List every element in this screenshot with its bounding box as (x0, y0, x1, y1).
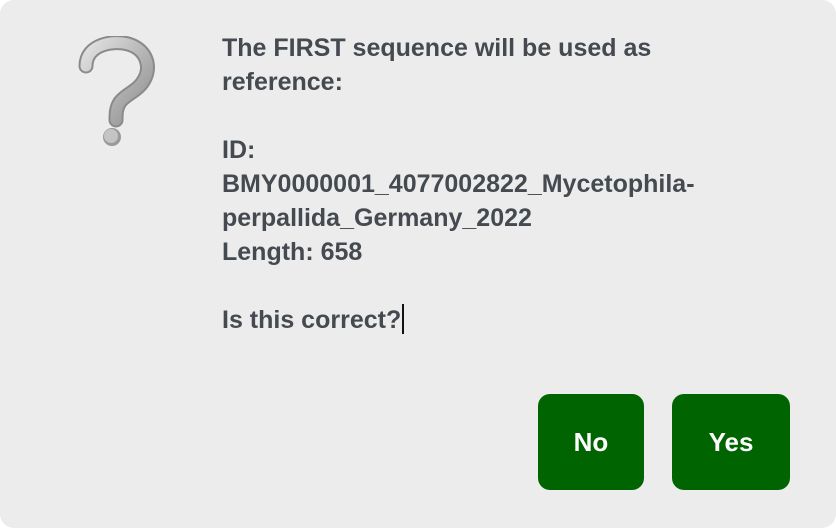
confirm-dialog: The FIRST sequence will be used as refer… (0, 0, 836, 528)
sequence-id-line1: BMY0000001_4077002822_Mycetophila- (222, 170, 695, 198)
confirm-question-line: Is this correct? (222, 303, 782, 337)
message-heading-line1: The FIRST sequence will be used as (222, 34, 652, 62)
yes-button[interactable]: Yes (672, 394, 790, 490)
dialog-message: The FIRST sequence will be used as refer… (222, 31, 782, 337)
message-heading-line2: reference: (222, 68, 343, 96)
sequence-id-label: ID: (222, 136, 256, 164)
sequence-length: Length: 658 (222, 238, 363, 266)
text-caret (402, 304, 405, 334)
sequence-id-line2: perpallida_Germany_2022 (222, 204, 532, 232)
no-button[interactable]: No (538, 394, 644, 490)
message-spacer (222, 99, 782, 133)
question-mark-icon (78, 36, 155, 146)
message-spacer (222, 269, 782, 303)
confirm-question: Is this correct? (222, 306, 402, 334)
